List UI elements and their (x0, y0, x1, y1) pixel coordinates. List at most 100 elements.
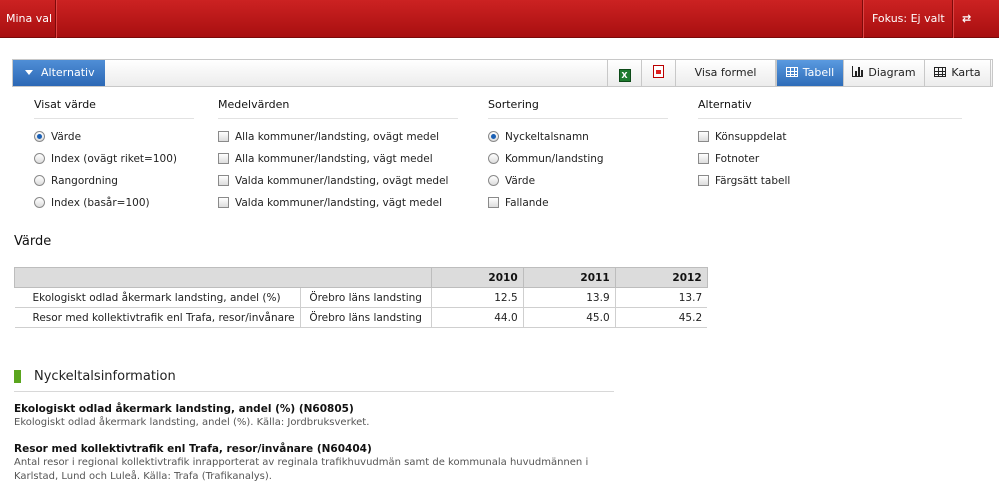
radio-icon[interactable] (34, 175, 45, 186)
sortering-group: Sortering Nyckeltalsnamn Kommun/landstin… (488, 98, 668, 214)
karta-label: Karta (951, 66, 981, 79)
group-title: Alternativ (698, 98, 962, 119)
checkbox-icon[interactable] (218, 175, 229, 186)
topbar-divider (55, 0, 56, 38)
top-bar: Mina val Fokus: Ej valt ⇄ Åter (0, 0, 999, 63)
info-item-desc: Antal resor i regional kollektivtrafik i… (14, 457, 589, 468)
radio-icon[interactable] (488, 175, 499, 186)
radio-icon[interactable] (34, 153, 45, 164)
table-icon (785, 67, 798, 77)
radio-selected-icon[interactable] (34, 131, 45, 142)
bar-chart-icon (852, 66, 864, 77)
mina-val-button[interactable]: Mina val (0, 0, 58, 38)
checkbox-option[interactable]: Alla kommuner/landsting, vägt medel (218, 148, 458, 170)
group-title: Sortering (488, 98, 668, 119)
tab-diagram[interactable]: Diagram (843, 60, 924, 86)
option-label: Kommun/landsting (505, 153, 604, 165)
option-label: Valda kommuner/landsting, vägt medel (235, 197, 443, 209)
row-value: 44.0 (430, 307, 524, 328)
option-label: Index (ovägt riket=100) (51, 153, 177, 165)
export-excel-button[interactable]: X (607, 60, 641, 86)
visa-formel-button[interactable]: Visa formel (675, 60, 776, 86)
checkbox-icon[interactable] (488, 197, 499, 208)
row-region: Örebro läns landsting (299, 287, 432, 308)
radio-selected-icon[interactable] (488, 131, 499, 142)
radio-option[interactable]: Värde (488, 170, 668, 192)
refresh-icon: ⇄ (962, 12, 972, 25)
info-item: Ekologiskt odlad åkermark landsting, and… (14, 402, 614, 430)
tabell-label: Tabell (802, 66, 835, 79)
info-item-title: Ekologiskt odlad åkermark landsting, and… (14, 403, 354, 415)
alternativ-label: Alternativ (41, 66, 95, 79)
option-label: Könsuppdelat (715, 131, 787, 143)
tab-tabell[interactable]: Tabell (776, 60, 843, 86)
checkbox-option[interactable]: Könsuppdelat (698, 126, 962, 148)
radio-option[interactable]: Nyckeltalsnamn (488, 126, 668, 148)
reset-button[interactable]: ⇄ Åter (956, 0, 999, 63)
radio-option[interactable]: Kommun/landsting (488, 148, 668, 170)
checkbox-icon[interactable] (698, 175, 709, 186)
table-header-year: 2012 (614, 267, 708, 288)
option-label: Fotnoter (715, 153, 760, 165)
radio-icon[interactable] (34, 197, 45, 208)
checkbox-option[interactable]: Fallande (488, 192, 668, 214)
checkbox-option[interactable]: Alla kommuner/landsting, ovägt medel (218, 126, 458, 148)
radio-option[interactable]: Index (basår=100) (34, 192, 194, 214)
tab-karta[interactable]: Karta (924, 60, 991, 86)
diagram-label: Diagram (868, 66, 916, 79)
table-header-year: 2011 (522, 267, 616, 288)
visat-varde-group: Visat värde Värde Index (ovägt riket=100… (34, 98, 194, 214)
radio-option[interactable]: Värde (34, 126, 194, 148)
row-value: 45.0 (522, 307, 616, 328)
checkbox-icon[interactable] (218, 153, 229, 164)
row-value: 12.5 (430, 287, 524, 308)
green-marker-icon (14, 370, 21, 383)
table-header-region (300, 267, 432, 288)
map-icon (934, 67, 947, 77)
row-name: Ekologiskt odlad åkermark landsting, and… (14, 287, 301, 308)
option-label: Fallande (505, 197, 549, 209)
option-label: Alla kommuner/landsting, vägt medel (235, 153, 433, 165)
option-label: Nyckeltalsnamn (505, 131, 589, 143)
row-name: Resor med kollektivtrafik enl Trafa, res… (14, 307, 301, 328)
view-toolbar: Alternativ X Visa formel Tabell Diagram … (12, 59, 993, 87)
radio-option[interactable]: Rangordning (34, 170, 194, 192)
checkbox-icon[interactable] (218, 131, 229, 142)
checkbox-icon[interactable] (698, 131, 709, 142)
medelvarden-group: Medelvärden Alla kommuner/landsting, ovä… (218, 98, 458, 214)
alternativ-dropdown-button[interactable]: Alternativ (13, 60, 105, 86)
export-pdf-button[interactable] (641, 60, 675, 86)
radio-icon[interactable] (488, 153, 499, 164)
row-region: Örebro läns landsting (299, 307, 432, 328)
option-label: Rangordning (51, 175, 118, 187)
table-header-row: 2010 2011 2012 (14, 267, 708, 288)
info-item: Resor med kollektivtrafik enl Trafa, res… (14, 442, 614, 484)
info-heading-text: Nyckeltalsinformation (34, 369, 176, 384)
option-label: Alla kommuner/landsting, ovägt medel (235, 131, 440, 143)
option-label: Valda kommuner/landsting, ovägt medel (235, 175, 449, 187)
option-label: Färgsätt tabell (715, 175, 791, 187)
pdf-icon (653, 65, 664, 78)
checkbox-option[interactable]: Fotnoter (698, 148, 962, 170)
row-value: 13.7 (614, 287, 708, 308)
fokus-button[interactable]: Fokus: Ej valt (866, 0, 951, 38)
excel-icon: X (618, 69, 631, 82)
data-table: 2010 2011 2012 Ekologiskt odlad åkermark… (14, 267, 708, 328)
row-value: 45.2 (614, 307, 708, 328)
row-value: 13.9 (522, 287, 616, 308)
radio-option[interactable]: Index (ovägt riket=100) (34, 148, 194, 170)
caret-down-icon (25, 70, 33, 75)
checkbox-icon[interactable] (698, 153, 709, 164)
table-header-year: 2010 (430, 267, 524, 288)
topbar-divider (952, 0, 953, 38)
table-row: Ekologiskt odlad åkermark landsting, and… (14, 287, 708, 308)
topbar-divider (862, 0, 863, 38)
group-title: Visat värde (34, 98, 194, 119)
group-title: Medelvärden (218, 98, 458, 119)
checkbox-icon[interactable] (218, 197, 229, 208)
checkbox-option[interactable]: Valda kommuner/landsting, ovägt medel (218, 170, 458, 192)
table-row: Resor med kollektivtrafik enl Trafa, res… (14, 307, 708, 328)
checkbox-option[interactable]: Färgsätt tabell (698, 170, 962, 192)
checkbox-option[interactable]: Valda kommuner/landsting, vägt medel (218, 192, 458, 214)
option-label: Värde (505, 175, 536, 187)
